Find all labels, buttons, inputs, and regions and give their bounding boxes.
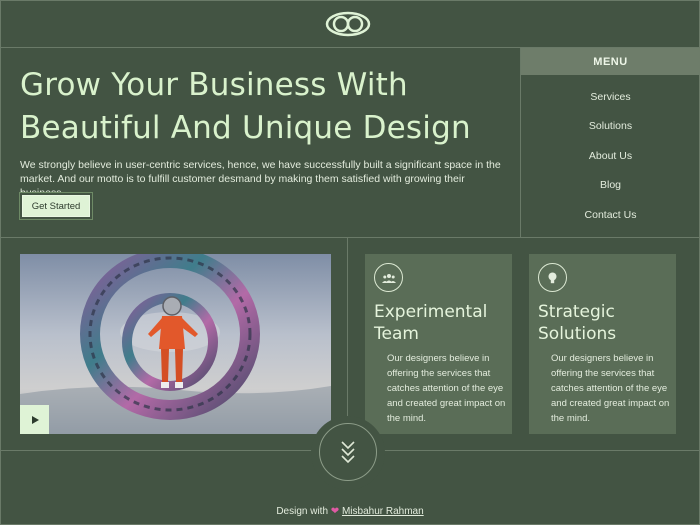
hero-section: Grow Your Business With Beautiful And Un… bbox=[0, 48, 520, 238]
menu-heading: MENU bbox=[521, 48, 700, 75]
infinity-logo-icon[interactable] bbox=[325, 11, 371, 37]
get-started-button[interactable]: Get Started bbox=[22, 195, 90, 217]
author-link[interactable]: Misbahur Rahman bbox=[342, 506, 424, 517]
hero-title-line1: Grow Your Business With bbox=[20, 67, 408, 103]
card-title-line1: Strategic bbox=[538, 302, 615, 322]
menu-item-solutions[interactable]: Solutions bbox=[521, 112, 700, 142]
team-icon bbox=[374, 263, 403, 292]
astronaut-rings-image bbox=[20, 254, 331, 434]
footer: Design with ❤ Misbahur Rahman bbox=[0, 506, 700, 517]
hero-title: Grow Your Business With Beautiful And Un… bbox=[20, 64, 510, 150]
card-title: Strategic Solutions bbox=[538, 301, 668, 345]
top-bar bbox=[0, 0, 700, 48]
menu-item-services[interactable]: Services bbox=[521, 82, 700, 112]
play-icon bbox=[31, 415, 39, 424]
scroll-down-button[interactable] bbox=[319, 423, 377, 481]
heart-icon: ❤ bbox=[330, 506, 340, 517]
card-title-line2: Team bbox=[374, 324, 419, 344]
footer-prefix: Design with bbox=[276, 506, 329, 517]
card-experimental-team: Experimental Team Our designers believe … bbox=[365, 254, 512, 434]
menu-item-about-us[interactable]: About Us bbox=[521, 141, 700, 171]
side-menu: MENU Services Solutions About Us Blog Co… bbox=[520, 48, 700, 238]
double-chevron-down-icon bbox=[341, 441, 355, 464]
menu-item-contact-us[interactable]: Contact Us bbox=[521, 200, 700, 230]
hero-title-line2: Beautiful And Unique Design bbox=[20, 110, 471, 146]
card-title: Experimental Team bbox=[374, 301, 504, 345]
menu-list: Services Solutions About Us Blog Contact… bbox=[521, 82, 700, 230]
hero-description: We strongly believe in user-centric serv… bbox=[20, 159, 501, 199]
lightbulb-icon bbox=[538, 263, 567, 292]
card-title-line2: Solutions bbox=[538, 324, 617, 344]
card-strategic-solutions: Strategic Solutions Our designers believ… bbox=[529, 254, 676, 434]
card-text: Our designers believe in offering the se… bbox=[387, 353, 506, 424]
card-title-line1: Experimental bbox=[374, 302, 488, 322]
hero-video[interactable] bbox=[20, 254, 331, 434]
menu-item-blog[interactable]: Blog bbox=[521, 171, 700, 201]
card-text: Our designers believe in offering the se… bbox=[551, 353, 670, 424]
play-button[interactable] bbox=[20, 405, 49, 434]
